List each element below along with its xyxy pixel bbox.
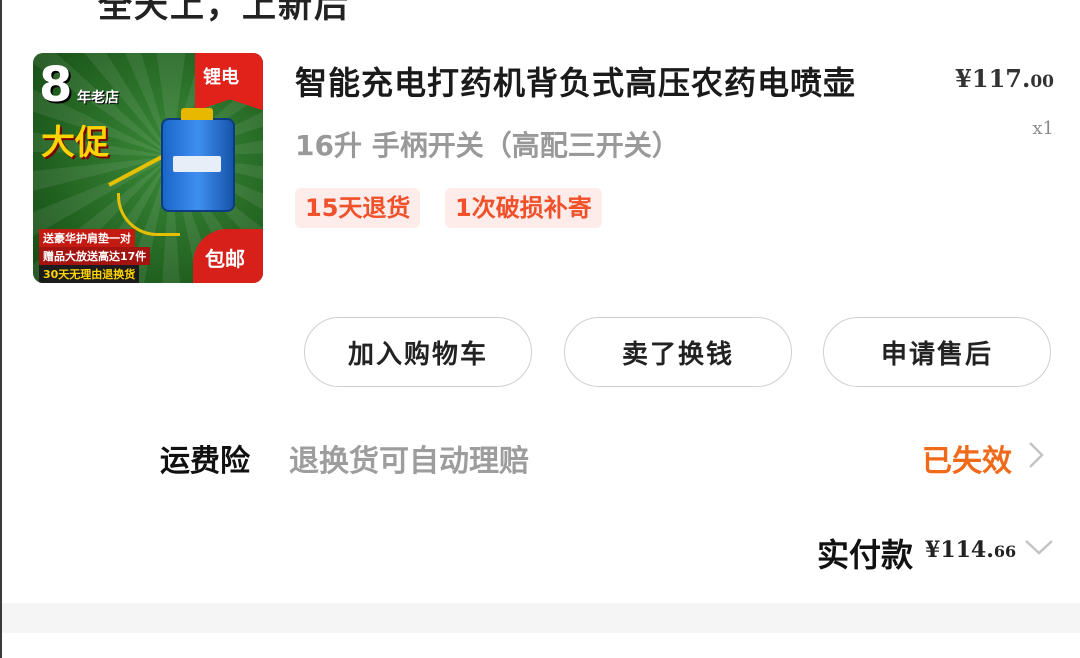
amount-paid-value: ¥114.66 xyxy=(925,537,1016,563)
price-decimal: 00 xyxy=(1030,72,1054,92)
shipping-insurance-label: 运费险 xyxy=(160,444,250,479)
thumbnail-ribbon-text: 锂电 xyxy=(203,67,239,88)
free-shipping-badge: 包邮 xyxy=(193,229,263,283)
paid-integer: 114. xyxy=(940,537,994,563)
product-quantity: x1 xyxy=(1032,118,1054,139)
free-shipping-text: 包邮 xyxy=(205,247,245,271)
chevron-down-icon[interactable] xyxy=(1023,538,1055,556)
paid-decimal: 66 xyxy=(993,542,1017,561)
thumbnail-badge-sale: 大促 xyxy=(41,123,109,163)
product-thumbnail[interactable]: 8 年老店 大促 锂电 送豪华护肩垫一对 赠品大放送高达17件 30天无理由退换… xyxy=(33,53,263,283)
product-spec: 16升 手柄开关（高配三开关） xyxy=(295,129,680,162)
amount-paid-label: 实付款 xyxy=(817,536,914,574)
thumbnail-promo-line: 30天无理由退换货 xyxy=(39,265,140,283)
truncated-header-text: 全天上，上新后 xyxy=(98,0,350,26)
sprayer-tank-image xyxy=(161,108,235,212)
chevron-right-icon[interactable] xyxy=(1027,440,1045,470)
resell-button[interactable]: 卖了换钱 xyxy=(564,317,792,387)
product-title[interactable]: 智能充电打药机背负式高压农药电喷壶 xyxy=(295,58,856,104)
paid-currency: ¥ xyxy=(925,537,941,563)
section-divider xyxy=(2,603,1080,633)
sprayer-cap-image xyxy=(181,108,213,120)
thumbnail-badge-number: 8 xyxy=(39,57,73,113)
price-integer: 117. xyxy=(971,64,1031,93)
price-currency: ¥ xyxy=(955,64,972,93)
after-sales-button[interactable]: 申请售后 xyxy=(823,317,1051,387)
thumbnail-badge-shop: 年老店 xyxy=(77,90,119,106)
shipping-insurance-description: 退换货可自动理赔 xyxy=(289,444,529,479)
sprayer-label-image xyxy=(173,156,221,172)
damage-resend-tag: 1次破损补寄 xyxy=(445,188,602,228)
thumbnail-promo-line: 送豪华护肩垫一对 xyxy=(39,229,135,247)
left-border xyxy=(0,0,2,658)
add-to-cart-button[interactable]: 加入购物车 xyxy=(304,317,532,387)
thumbnail-promo-line: 赠品大放送高达17件 xyxy=(39,247,151,265)
product-price: ¥117.00 xyxy=(955,64,1054,93)
return-policy-tag: 15天退货 xyxy=(295,188,421,228)
shipping-insurance-status[interactable]: 已失效 xyxy=(922,436,1012,480)
